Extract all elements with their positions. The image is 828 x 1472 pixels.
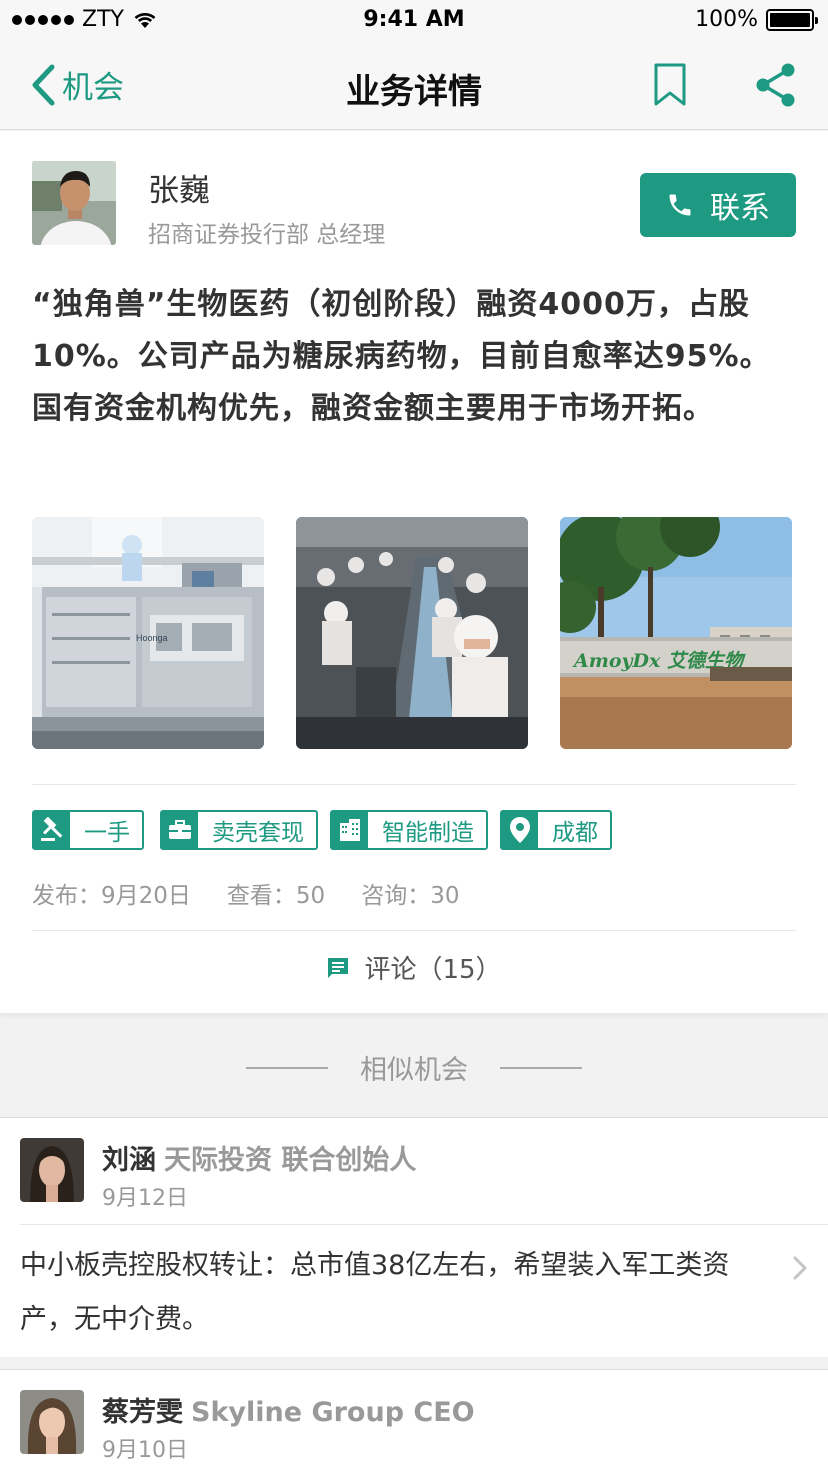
share-icon: [756, 63, 795, 107]
author-title: 招商证券投行部 总经理: [148, 222, 386, 248]
tag-label: 一手: [84, 820, 130, 846]
phone-icon: [669, 194, 691, 216]
battery-percent: 100%: [695, 7, 758, 32]
tag-label: 智能制造: [382, 820, 474, 846]
divider: [32, 930, 796, 931]
similar-title: 相似机会: [360, 1055, 468, 1086]
bookmark-button[interactable]: [652, 62, 688, 112]
stats-row: 发布：9月20日 查看：50 咨询：30: [32, 876, 459, 910]
share-button[interactable]: [754, 62, 798, 112]
inquiry-count: 咨询：30: [361, 883, 460, 909]
avatar-photo: [20, 1390, 84, 1454]
avatar-photo: [32, 161, 116, 245]
avatar[interactable]: [20, 1138, 84, 1202]
header-rule-left: [246, 1066, 328, 1069]
bookmark-icon: [654, 63, 686, 106]
comment-icon: [328, 957, 349, 978]
battery-icon: [766, 8, 818, 31]
divider: [20, 1224, 828, 1225]
status-bar: ZTY 9:41 AM 100%: [0, 0, 828, 40]
gavel-icon: [34, 812, 70, 848]
battery-fill: [770, 12, 810, 27]
similar-section-header: 相似机会: [0, 1048, 828, 1087]
production-line-image: [296, 517, 528, 749]
similar-description: 中小板壳控股权转让：总市值38亿左右，希望装入军工类资产，无中介费。: [20, 1250, 730, 1335]
similar-name-row: 刘涵 天际投资 联合创始人: [102, 1138, 416, 1177]
similar-item[interactable]: 刘涵 天际投资 联合创始人 9月12日 中小板壳控股权转让：总市值38亿左右，希望…: [0, 1117, 828, 1357]
building-icon: [332, 812, 368, 848]
contact-label: 联系: [710, 191, 770, 226]
photo-thumbnail-2[interactable]: [296, 517, 528, 749]
avatar-photo: [20, 1138, 84, 1202]
person-org: Skyline Group CEO: [191, 1397, 475, 1428]
tag-location[interactable]: 成都: [500, 810, 612, 850]
tag-label: 卖壳套现: [212, 820, 304, 846]
post-date: 9月10日: [102, 1438, 188, 1463]
comments-button[interactable]: 评论（15）: [0, 949, 828, 986]
similar-name-row: 蔡芳雯 Skyline Group CEO: [102, 1390, 475, 1429]
location-pin-icon: [502, 812, 538, 848]
person-name: 刘涵: [102, 1145, 156, 1176]
post-date: 9月12日: [102, 1186, 188, 1211]
photo-thumbnail-3[interactable]: AmoyDx 艾德生物: [560, 517, 792, 749]
divider: [32, 784, 796, 785]
tag-label: 成都: [552, 820, 598, 846]
header-rule-right: [500, 1066, 582, 1069]
avatar[interactable]: [20, 1390, 84, 1454]
nav-bar: 机会 业务详情: [0, 40, 828, 130]
comments-label: 评论（15）: [364, 955, 502, 985]
publish-date: 发布：9月20日: [32, 883, 191, 909]
similar-item[interactable]: 蔡芳雯 Skyline Group CEO 9月10日: [0, 1369, 828, 1472]
author-name: 张巍: [148, 173, 210, 209]
factory-machine-image: Hoonga: [32, 517, 264, 749]
person-name: 蔡芳雯: [102, 1397, 183, 1428]
briefcase-icon: [162, 812, 198, 848]
contact-button[interactable]: 联系: [640, 173, 796, 237]
person-org: 天际投资 联合创始人: [164, 1145, 417, 1176]
photo-thumbnail-1[interactable]: Hoonga: [32, 517, 264, 749]
opportunity-description: “独角兽”生物医药（初创阶段）融资4000万，占股10%。公司产品为糖尿病药物，…: [32, 287, 771, 426]
tag-shell-sale[interactable]: 卖壳套现: [160, 810, 318, 850]
machine-brand-label: Hoonga: [136, 633, 168, 643]
status-right: 100%: [695, 7, 818, 32]
author-avatar[interactable]: [32, 161, 116, 245]
chevron-right-icon: [793, 1256, 807, 1280]
opportunity-card: 张巍 招商证券投行部 总经理 联系 “独角兽”生物医药（初创阶段）融资4000万…: [0, 131, 828, 1013]
tag-smart-manufacturing[interactable]: 智能制造: [330, 810, 488, 850]
view-count: 查看：50: [226, 883, 326, 909]
company-campus-image: AmoyDx 艾德生物: [560, 517, 792, 749]
page-title: 业务详情: [346, 72, 482, 112]
tag-first-hand[interactable]: 一手: [32, 810, 144, 850]
